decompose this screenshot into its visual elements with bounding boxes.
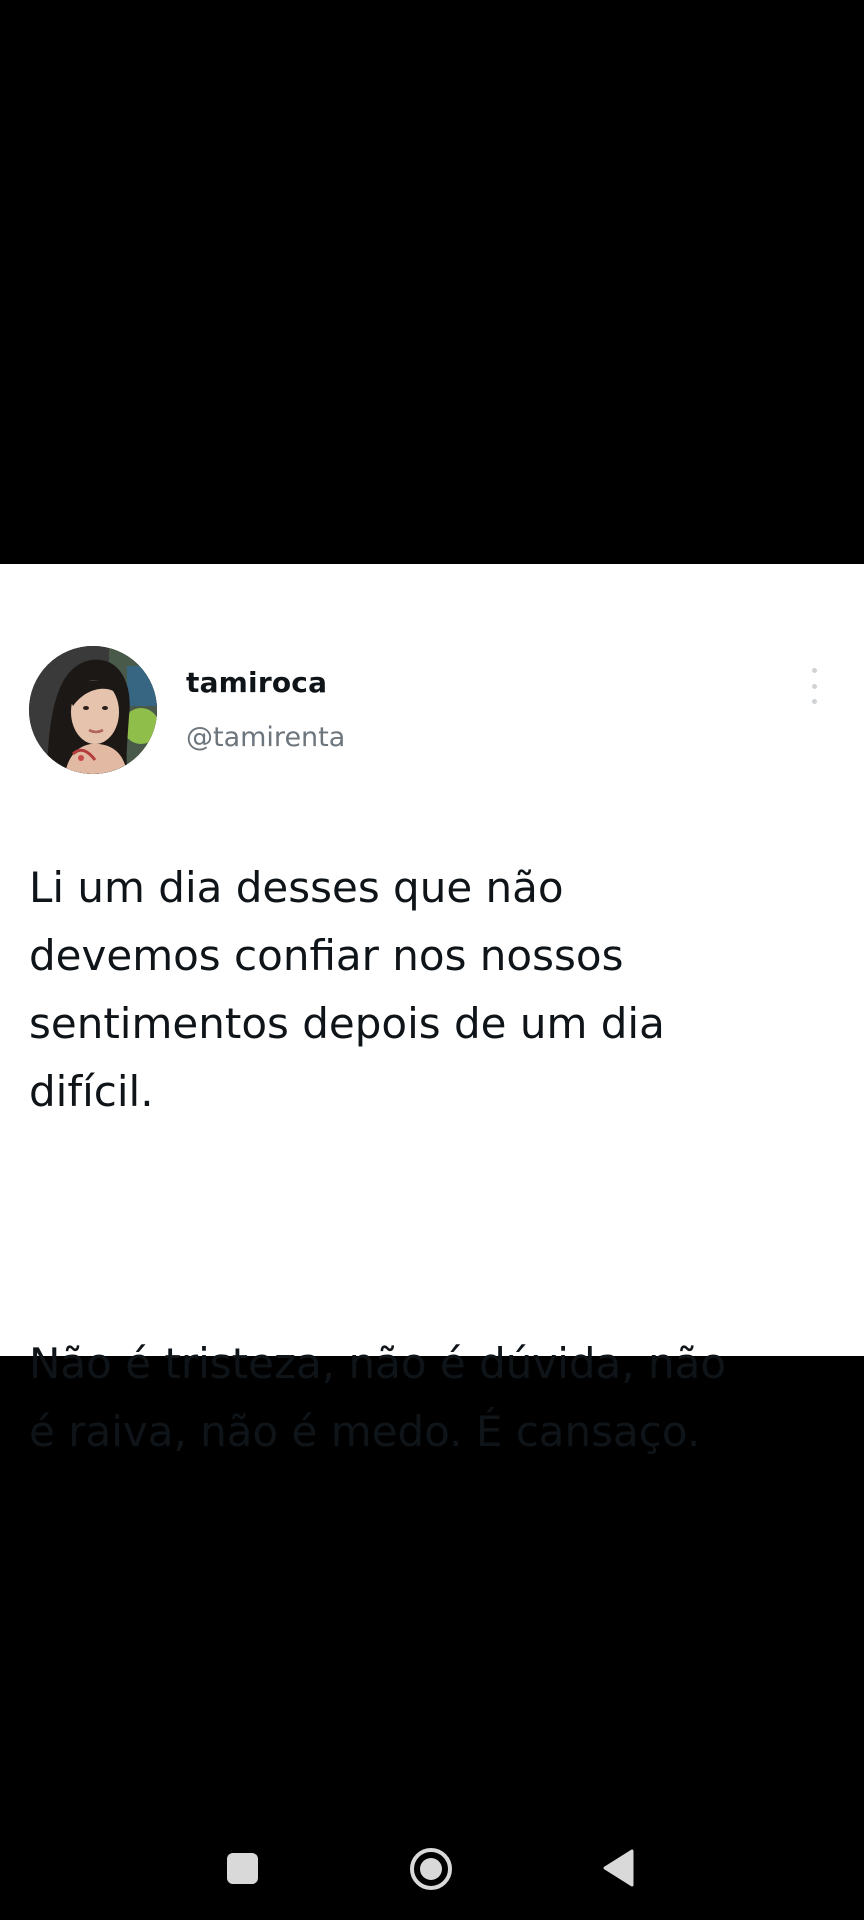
tweet-paragraph-2: Não é tristeza, não é dúvida, não é raiv… (29, 1339, 727, 1456)
more-dot (811, 668, 817, 673)
triangle-back-icon[interactable] (602, 1849, 634, 1887)
square-icon[interactable] (227, 1853, 258, 1884)
circle-icon[interactable] (409, 1847, 453, 1891)
display-name[interactable]: tamiroca (186, 666, 327, 699)
system-nav-bar (0, 1820, 864, 1920)
more-dot (811, 683, 817, 689)
screen: tamiroca @tamirenta Li um dia desses que… (0, 0, 864, 1920)
user-handle[interactable]: @tamirenta (186, 722, 345, 753)
tweet-paragraph-1: Li um dia desses que não devemos confiar… (29, 863, 665, 1116)
tweet-text: Li um dia desses que não devemos confiar… (29, 786, 844, 1534)
avatar[interactable] (29, 646, 157, 774)
more-dot (811, 699, 817, 704)
more-vertical-icon[interactable] (806, 668, 822, 704)
tweet-card[interactable]: tamiroca @tamirenta Li um dia desses que… (0, 564, 864, 1456)
